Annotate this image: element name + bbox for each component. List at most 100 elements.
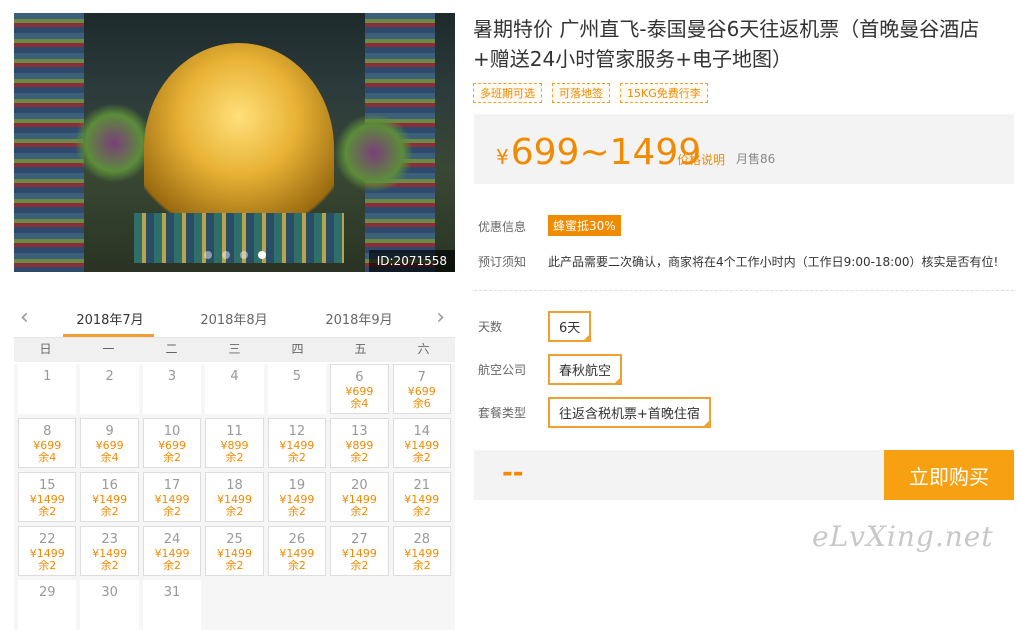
calendar-day-available[interactable]: 14 ¥1499 余2 bbox=[392, 418, 451, 468]
calendar-day: 3 bbox=[142, 364, 202, 414]
calendar-day-available[interactable]: 26 ¥1499 余2 bbox=[267, 526, 327, 576]
weekday-label: 三 bbox=[228, 342, 241, 356]
promo-label: 优惠信息 bbox=[478, 220, 527, 234]
day-number: 16 bbox=[101, 478, 118, 493]
day-stock: 余2 bbox=[38, 505, 57, 518]
day-number: 10 bbox=[163, 424, 181, 439]
buy-now-button[interactable]: 立即购买 bbox=[884, 450, 1014, 500]
carousel-dot-active[interactable] bbox=[258, 251, 266, 259]
calendar-day-available[interactable]: 15 ¥1499 余2 bbox=[18, 472, 77, 522]
calendar-day-available[interactable]: 23 ¥1499 余2 bbox=[80, 526, 139, 576]
calendar-day-available[interactable]: 28 ¥1499 余2 bbox=[392, 526, 451, 576]
day-stock: 余2 bbox=[163, 559, 182, 572]
calendar-day-available[interactable]: 12 ¥1499 余2 bbox=[267, 418, 327, 468]
tab-month-september[interactable]: 2018年9月 bbox=[319, 309, 399, 328]
day-stock: 余2 bbox=[412, 505, 431, 518]
calendar-weekday-header: 日 一 二 三 四 五 六 bbox=[14, 338, 455, 362]
calendar-day-available[interactable]: 16 ¥1499 余2 bbox=[80, 472, 139, 522]
carousel-dots[interactable] bbox=[204, 251, 266, 259]
product-title: 暑期特价 广州直飞-泰国曼谷6天往返机票（首晚曼谷酒店+赠送24小时管家服务+电… bbox=[473, 17, 980, 71]
product-tags: 多班期可选 可落地签 15KG免费行李 bbox=[473, 83, 708, 103]
calendar-day: 5 bbox=[267, 364, 327, 414]
calendar-day-available[interactable]: 18 ¥1499 余2 bbox=[205, 472, 264, 522]
product-image[interactable]: ID:2071558 bbox=[14, 13, 455, 272]
tab-month-july[interactable]: 2018年7月 bbox=[70, 309, 150, 328]
watermark: eLvXing.net bbox=[812, 520, 994, 553]
day-stock: 余6 bbox=[412, 397, 431, 410]
calendar-day-available[interactable]: 20 ¥1499 余2 bbox=[330, 472, 389, 522]
day-stock: 余2 bbox=[100, 505, 119, 518]
day-stock: 余2 bbox=[225, 451, 244, 464]
day-number: 4 bbox=[230, 369, 239, 384]
notice-label: 预订须知 bbox=[478, 255, 527, 269]
calendar-day-available[interactable]: 7 ¥699 余6 bbox=[392, 364, 451, 414]
chevron-left-icon[interactable]: ‹ bbox=[20, 305, 29, 330]
calendar-day-available[interactable]: 19 ¥1499 余2 bbox=[267, 472, 327, 522]
airline-label: 航空公司 bbox=[478, 363, 527, 377]
day-number: 17 bbox=[163, 478, 181, 493]
selected-price: -- bbox=[502, 458, 524, 488]
calendar-day-available[interactable]: 21 ¥1499 余2 bbox=[392, 472, 451, 522]
day-number: 15 bbox=[38, 478, 56, 493]
day-stock: 余4 bbox=[100, 451, 119, 464]
day-number: 7 bbox=[417, 370, 426, 385]
calendar-day-available[interactable]: 22 ¥1499 余2 bbox=[18, 526, 77, 576]
day-number: 3 bbox=[167, 369, 177, 384]
calendar-day-available[interactable]: 8 ¥699 余4 bbox=[18, 418, 77, 468]
price-range: 699~1499 bbox=[510, 132, 702, 173]
day-stock: 余2 bbox=[225, 505, 244, 518]
chevron-right-icon[interactable]: › bbox=[436, 305, 445, 330]
calendar-day-available[interactable]: 11 ¥899 余2 bbox=[205, 418, 264, 468]
image-id-badge: ID:2071558 bbox=[368, 250, 455, 272]
day-number: 1 bbox=[43, 369, 52, 384]
day-stock: 余2 bbox=[412, 559, 431, 572]
calendar-day: 1 bbox=[18, 364, 77, 414]
day-stock: 余2 bbox=[350, 559, 369, 572]
day-stock: 余2 bbox=[287, 451, 306, 464]
day-number: 9 bbox=[105, 424, 114, 439]
weekday-label: 五 bbox=[354, 342, 367, 356]
calendar-day: 29 bbox=[18, 580, 77, 630]
tag-multiple-dates: 多班期可选 bbox=[473, 83, 542, 103]
price: ¥ 699~1499 bbox=[496, 132, 701, 173]
day-stock: 余4 bbox=[350, 397, 369, 410]
carousel-dot[interactable] bbox=[222, 251, 230, 259]
weekday-label: 二 bbox=[165, 342, 178, 356]
day-number: 28 bbox=[413, 532, 431, 547]
day-number: 29 bbox=[38, 585, 56, 600]
notice-text: 此产品需要二次确认，商家将在4个工作小时内（工作日9:00-18:00）核实是否… bbox=[548, 255, 999, 269]
calendar-day-available[interactable]: 25 ¥1499 余2 bbox=[205, 526, 264, 576]
carousel-dot[interactable] bbox=[240, 251, 248, 259]
day-number: 24 bbox=[163, 532, 181, 547]
day-stock: 余2 bbox=[225, 559, 244, 572]
flowers-right bbox=[334, 113, 414, 193]
day-number: 20 bbox=[351, 478, 368, 493]
calendar-day-available[interactable]: 17 ¥1499 余2 bbox=[142, 472, 202, 522]
active-month-underline bbox=[63, 334, 154, 337]
calendar-day-available[interactable]: 9 ¥699 余4 bbox=[80, 418, 139, 468]
calendar-day-available[interactable]: 24 ¥1499 余2 bbox=[142, 526, 202, 576]
day-stock: 余2 bbox=[287, 505, 306, 518]
price-help-link[interactable]: 价格说明 bbox=[677, 151, 725, 168]
currency-symbol: ¥ bbox=[496, 145, 509, 169]
day-stock: 余2 bbox=[38, 559, 57, 572]
day-number: 18 bbox=[226, 478, 243, 493]
carousel-dot[interactable] bbox=[204, 251, 212, 259]
calendar-day-available[interactable]: 13 ¥899 余2 bbox=[330, 418, 389, 468]
day-number: 27 bbox=[351, 532, 368, 547]
weekday-label: 四 bbox=[291, 342, 304, 356]
days-option[interactable]: 6天 bbox=[548, 311, 592, 342]
package-option[interactable]: 往返含税机票+首晚住宿 bbox=[548, 397, 711, 428]
calendar-day-available[interactable]: 10 ¥699 余2 bbox=[142, 418, 202, 468]
airline-option[interactable]: 春秋航空 bbox=[548, 354, 623, 385]
day-stock: 余2 bbox=[350, 505, 369, 518]
calendar-day-available[interactable]: 27 ¥1499 余2 bbox=[330, 526, 389, 576]
calendar-day-available[interactable]: 6 ¥699 余4 bbox=[330, 364, 389, 414]
package-label: 套餐类型 bbox=[478, 406, 527, 420]
day-number: 11 bbox=[226, 424, 243, 439]
day-stock: 余2 bbox=[350, 451, 369, 464]
day-number: 22 bbox=[38, 532, 56, 547]
day-number: 5 bbox=[292, 369, 302, 384]
day-stock: 余2 bbox=[100, 559, 119, 572]
tab-month-august[interactable]: 2018年8月 bbox=[194, 309, 274, 328]
